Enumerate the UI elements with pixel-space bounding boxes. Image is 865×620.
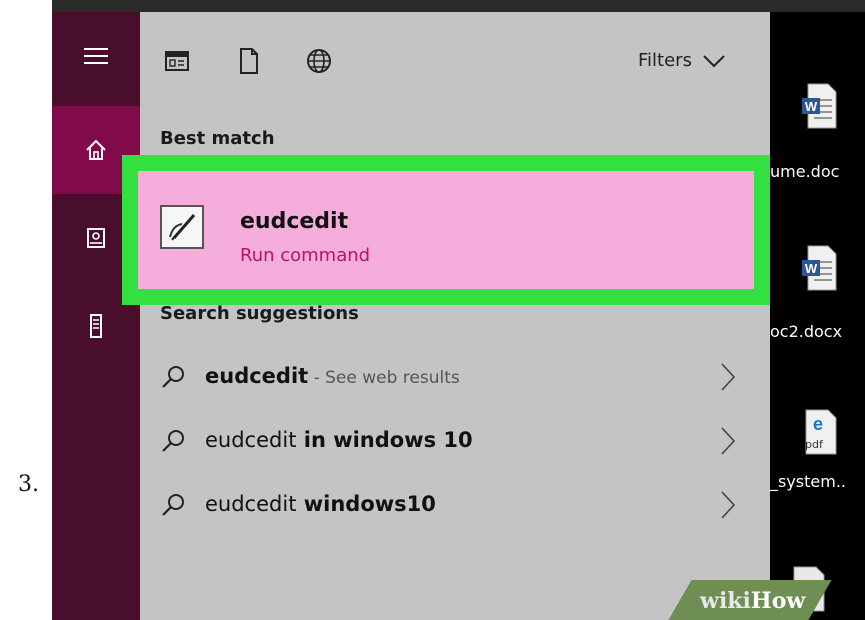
filter-documents-button[interactable] — [234, 46, 264, 76]
filters-label: Filters — [638, 50, 692, 71]
word-document-icon: W — [802, 245, 837, 291]
watermark-how: How — [750, 588, 806, 614]
filter-web-button[interactable] — [304, 46, 334, 76]
desktop-file-pdf[interactable]: e pdf _system.. — [770, 408, 865, 508]
suggestion-text: eudcedit - See web results — [205, 364, 460, 388]
green-highlight-box — [122, 155, 770, 305]
step-number: 3. — [18, 472, 39, 497]
filter-apps-button[interactable] — [162, 46, 192, 76]
suggestion-query: eudcedit — [205, 492, 297, 516]
suggestion-suffix: windows10 — [296, 492, 436, 516]
search-icon — [162, 494, 184, 516]
suggestion-suffix: in windows 10 — [296, 428, 473, 452]
search-panel: Filters Best match eudcedit Run command — [122, 12, 770, 620]
best-match-result[interactable]: eudcedit Run command — [122, 155, 770, 305]
tower-device-icon — [90, 314, 102, 338]
chevron-right-icon[interactable] — [718, 490, 738, 520]
desktop-file-label: _system.. — [770, 472, 847, 491]
word-document-icon: W — [802, 83, 837, 129]
search-suggestions-heading: Search suggestions — [160, 303, 359, 324]
wikihow-watermark: wikiHow — [700, 588, 805, 614]
desktop-file-word-1[interactable]: W ume.doc — [770, 82, 865, 182]
chevron-right-icon[interactable] — [718, 426, 738, 456]
suggestion-item[interactable]: eudcedit windows10 — [140, 474, 770, 538]
home-icon — [86, 139, 106, 160]
window-top-strip — [52, 0, 865, 12]
best-match-heading: Best match — [160, 128, 275, 149]
watermark-wiki: wiki — [700, 588, 751, 614]
suggestion-suffix: - See web results — [308, 368, 460, 388]
hamburger-menu-icon — [84, 48, 108, 64]
apps-icon — [165, 51, 189, 71]
notebook-icon — [87, 228, 105, 248]
desktop-file-label: oc2.docx — [770, 322, 843, 341]
suggestion-query: eudcedit — [205, 428, 297, 452]
search-icon — [162, 430, 184, 452]
svg-text:W: W — [805, 99, 818, 114]
sidebar-menu-button[interactable] — [52, 12, 140, 100]
filters-dropdown[interactable]: Filters — [638, 50, 726, 71]
chevron-down-icon — [703, 54, 725, 67]
svg-text:W: W — [805, 261, 818, 276]
suggestion-query: eudcedit — [205, 364, 309, 388]
svg-text:e: e — [813, 414, 823, 434]
screenshot-frame: Filters Best match eudcedit Run command — [52, 0, 865, 620]
web-globe-icon — [307, 49, 331, 73]
suggestion-text: eudcedit windows10 — [205, 492, 436, 516]
documents-icon — [240, 48, 258, 74]
suggestion-item[interactable]: eudcedit - See web results — [140, 346, 770, 410]
suggestion-text: eudcedit in windows 10 — [205, 428, 473, 452]
chevron-right-icon[interactable] — [718, 362, 738, 392]
pdf-badge-label: pdf — [805, 438, 823, 451]
search-icon — [162, 366, 184, 388]
desktop-file-label: ume.doc — [770, 162, 840, 181]
desktop-file-word-2[interactable]: W oc2.docx — [770, 244, 865, 344]
start-sidebar — [52, 12, 140, 620]
suggestion-item[interactable]: eudcedit in windows 10 — [140, 410, 770, 474]
